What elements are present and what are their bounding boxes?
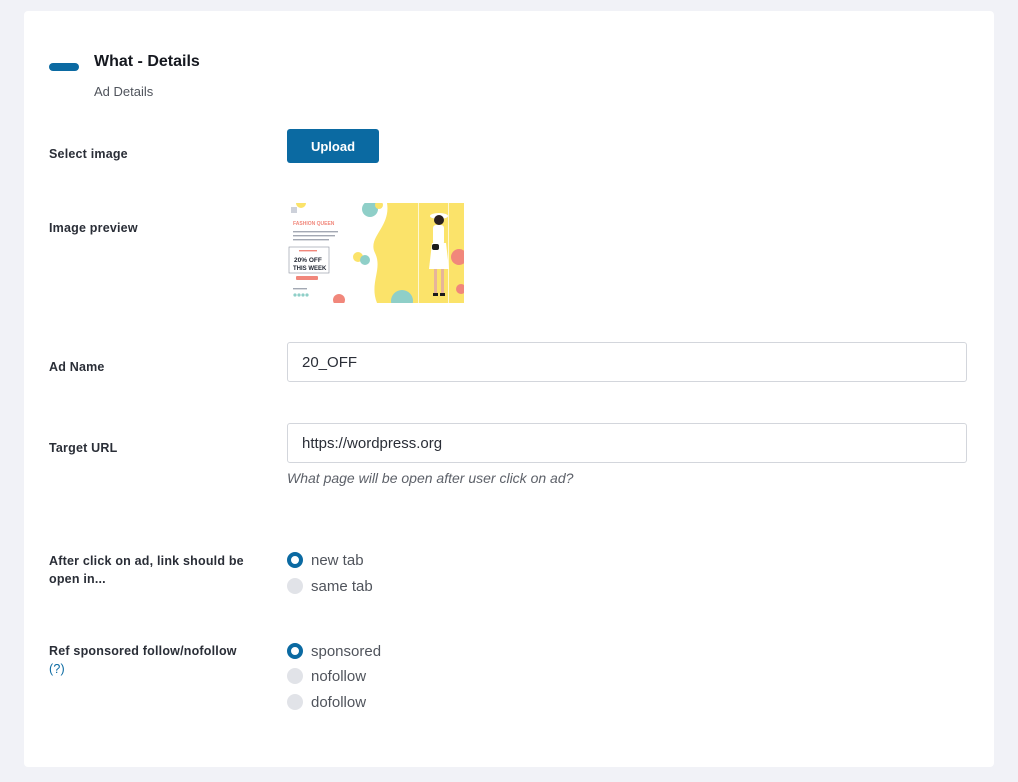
ad-name-input[interactable] (287, 342, 967, 382)
select-image-label: Select image (49, 147, 128, 161)
rel-help-link[interactable]: (?) (49, 662, 65, 676)
radio-unchecked-indicator[interactable] (287, 668, 303, 684)
radio-checked-indicator[interactable] (287, 643, 303, 659)
radio-label: sponsored (311, 642, 382, 660)
banner-brand-text: FASHION QUEEN (293, 221, 335, 227)
banner-offer-line2: THIS WEEK (293, 266, 327, 272)
ad-banner-image: FASHION QUEEN 20% OFF THIS WEEK (287, 203, 464, 303)
radio-label: dofollow (311, 693, 367, 711)
image-preview-label: Image preview (49, 221, 138, 235)
banner-offer-line1: 20% OFF (294, 257, 322, 264)
radio-label: new tab (311, 551, 364, 569)
upload-button[interactable]: Upload (287, 129, 379, 163)
rel-label-text: Ref sponsored follow/nofollow (49, 644, 237, 658)
radio-new-tab[interactable]: new tab (287, 550, 364, 570)
radio-label: same tab (311, 577, 373, 595)
radio-unchecked-indicator[interactable] (287, 694, 303, 710)
section-title: What - Details (94, 53, 200, 70)
section-subtitle: Ad Details (94, 84, 154, 99)
radio-same-tab[interactable]: same tab (287, 576, 373, 596)
radio-nofollow[interactable]: nofollow (287, 666, 366, 686)
section-accent-bar (49, 63, 79, 71)
target-url-hint: What page will be open after user click … (287, 470, 574, 486)
ad-name-label: Ad Name (49, 360, 105, 374)
rel-label: Ref sponsored follow/nofollow (?) (49, 642, 264, 678)
radio-label: nofollow (311, 667, 367, 685)
image-preview: FASHION QUEEN 20% OFF THIS WEEK (287, 203, 464, 303)
radio-sponsored[interactable]: sponsored (287, 641, 381, 661)
ad-details-card: What - Details Ad Details Select image U… (24, 11, 994, 767)
radio-unchecked-indicator[interactable] (287, 578, 303, 594)
radio-dofollow[interactable]: dofollow (287, 692, 366, 712)
radio-checked-indicator[interactable] (287, 552, 303, 568)
target-url-label: Target URL (49, 441, 118, 455)
link-target-label: After click on ad, link should be open i… (49, 554, 244, 586)
target-url-input[interactable] (287, 423, 967, 463)
